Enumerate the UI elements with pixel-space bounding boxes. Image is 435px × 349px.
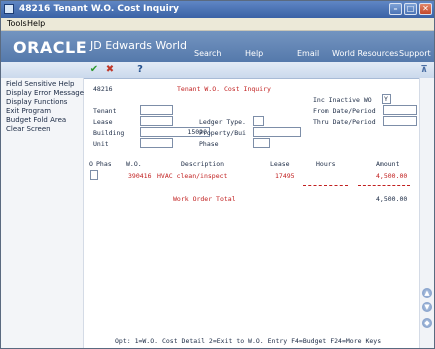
check-icon[interactable]: ✔ (88, 64, 100, 76)
header-o: O (89, 160, 93, 168)
title-bar: 48216 Tenant W.O. Cost Inquiry – □ ✕ (1, 1, 434, 18)
row-description: HVAC clean/inspect (157, 172, 228, 180)
property-field[interactable] (253, 127, 301, 137)
oracle-logo: ORACLE (13, 38, 88, 57)
hours-total-rule (303, 185, 348, 186)
action-icon[interactable]: ◆ (422, 318, 432, 328)
property-label: Property/Bui (199, 129, 246, 137)
from-date-field[interactable] (383, 105, 417, 115)
ledger-type-field[interactable] (253, 116, 264, 126)
row-wo: 390416 (128, 172, 152, 180)
scroll-down-icon[interactable]: ▼ (422, 302, 432, 312)
menu-tools[interactable]: Tools (7, 19, 27, 28)
cancel-icon[interactable]: ✖ (104, 64, 116, 76)
sidebar-item-display-functions[interactable]: Display Functions (6, 98, 67, 106)
unit-label: Unit (93, 140, 109, 148)
right-scroll-panel: ▲ ▼ ◆ (419, 78, 434, 348)
product-name: JD Edwards World (90, 39, 187, 52)
form-area: 48216 Tenant W.O. Cost Inquiry Inc Inact… (85, 78, 418, 348)
sidebar-item-exit-program[interactable]: Exit Program (6, 107, 51, 115)
ledger-type-label: Ledger Type. (199, 118, 246, 126)
help-icon[interactable]: ? (134, 64, 146, 76)
sidebar-item-field-sensitive-help[interactable]: Field Sensitive Help (6, 80, 74, 88)
unit-field[interactable] (140, 138, 173, 148)
collapse-icon[interactable]: ⊼ (418, 64, 430, 76)
lease-field[interactable] (140, 116, 173, 126)
row-lease: 17495 (275, 172, 295, 180)
function-key-legend: Opt: 1=W.O. Cost Detail 2=Exit to W.O. E… (115, 337, 382, 345)
nav-help[interactable]: Help (245, 49, 263, 58)
menu-help[interactable]: Help (27, 19, 45, 28)
app-window: 48216 Tenant W.O. Cost Inquiry – □ ✕ Too… (0, 0, 435, 349)
sidebar-item-display-error-message[interactable]: Display Error Message (6, 89, 84, 97)
header-description: Description (181, 160, 225, 168)
header-phas: Phas (96, 160, 112, 168)
app-icon (4, 4, 14, 14)
minimize-button[interactable]: – (389, 3, 402, 15)
sidebar-item-clear-screen[interactable]: Clear Screen (6, 125, 51, 133)
sidebar-item-budget-fold-area[interactable]: Budget Fold Area (6, 116, 66, 124)
lease-label: Lease (93, 118, 113, 126)
row-option-field[interactable] (90, 170, 98, 180)
oracle-banner: ORACLE JD Edwards World Search Help Emai… (1, 31, 434, 62)
tenant-label: Tenant (93, 107, 117, 115)
function-sidebar: Field Sensitive Help Display Error Messa… (1, 78, 84, 348)
form-title: Tenant W.O. Cost Inquiry (177, 85, 271, 93)
header-amount: Amount (376, 160, 400, 168)
nav-world-resources[interactable]: World Resources (332, 49, 398, 58)
menu-bar: Tools Help (1, 18, 434, 31)
header-hours: Hours (316, 160, 336, 168)
amount-total-rule (358, 185, 410, 186)
scroll-up-icon[interactable]: ▲ (422, 288, 432, 298)
thru-date-label: Thru Date/Period (313, 118, 376, 126)
phase-field[interactable] (253, 138, 270, 148)
header-lease: Lease (270, 160, 290, 168)
nav-support[interactable]: Support (399, 49, 431, 58)
program-id: 48216 (93, 85, 113, 93)
window-title: 48216 Tenant W.O. Cost Inquiry (19, 4, 180, 14)
toolbar: ✔ ✖ ? ⊼ (1, 62, 434, 79)
nav-email[interactable]: Email (297, 49, 319, 58)
total-amount: 4,500.00 (376, 195, 408, 203)
thru-date-field[interactable] (383, 116, 417, 126)
inc-inactive-label: Inc Inactive WO (313, 96, 372, 104)
nav-search[interactable]: Search (194, 49, 221, 58)
tenant-field[interactable] (140, 105, 173, 115)
total-label: Work Order Total (173, 195, 236, 203)
close-button[interactable]: ✕ (419, 3, 432, 15)
inc-inactive-field[interactable]: Y (382, 94, 391, 104)
maximize-button[interactable]: □ (404, 3, 417, 15)
from-date-label: From Date/Period (313, 107, 376, 115)
row-amount: 4,500.00 (376, 172, 408, 180)
building-label: Building (93, 129, 125, 137)
header-wo: W.O. (126, 160, 142, 168)
phase-label: Phase (199, 140, 219, 148)
